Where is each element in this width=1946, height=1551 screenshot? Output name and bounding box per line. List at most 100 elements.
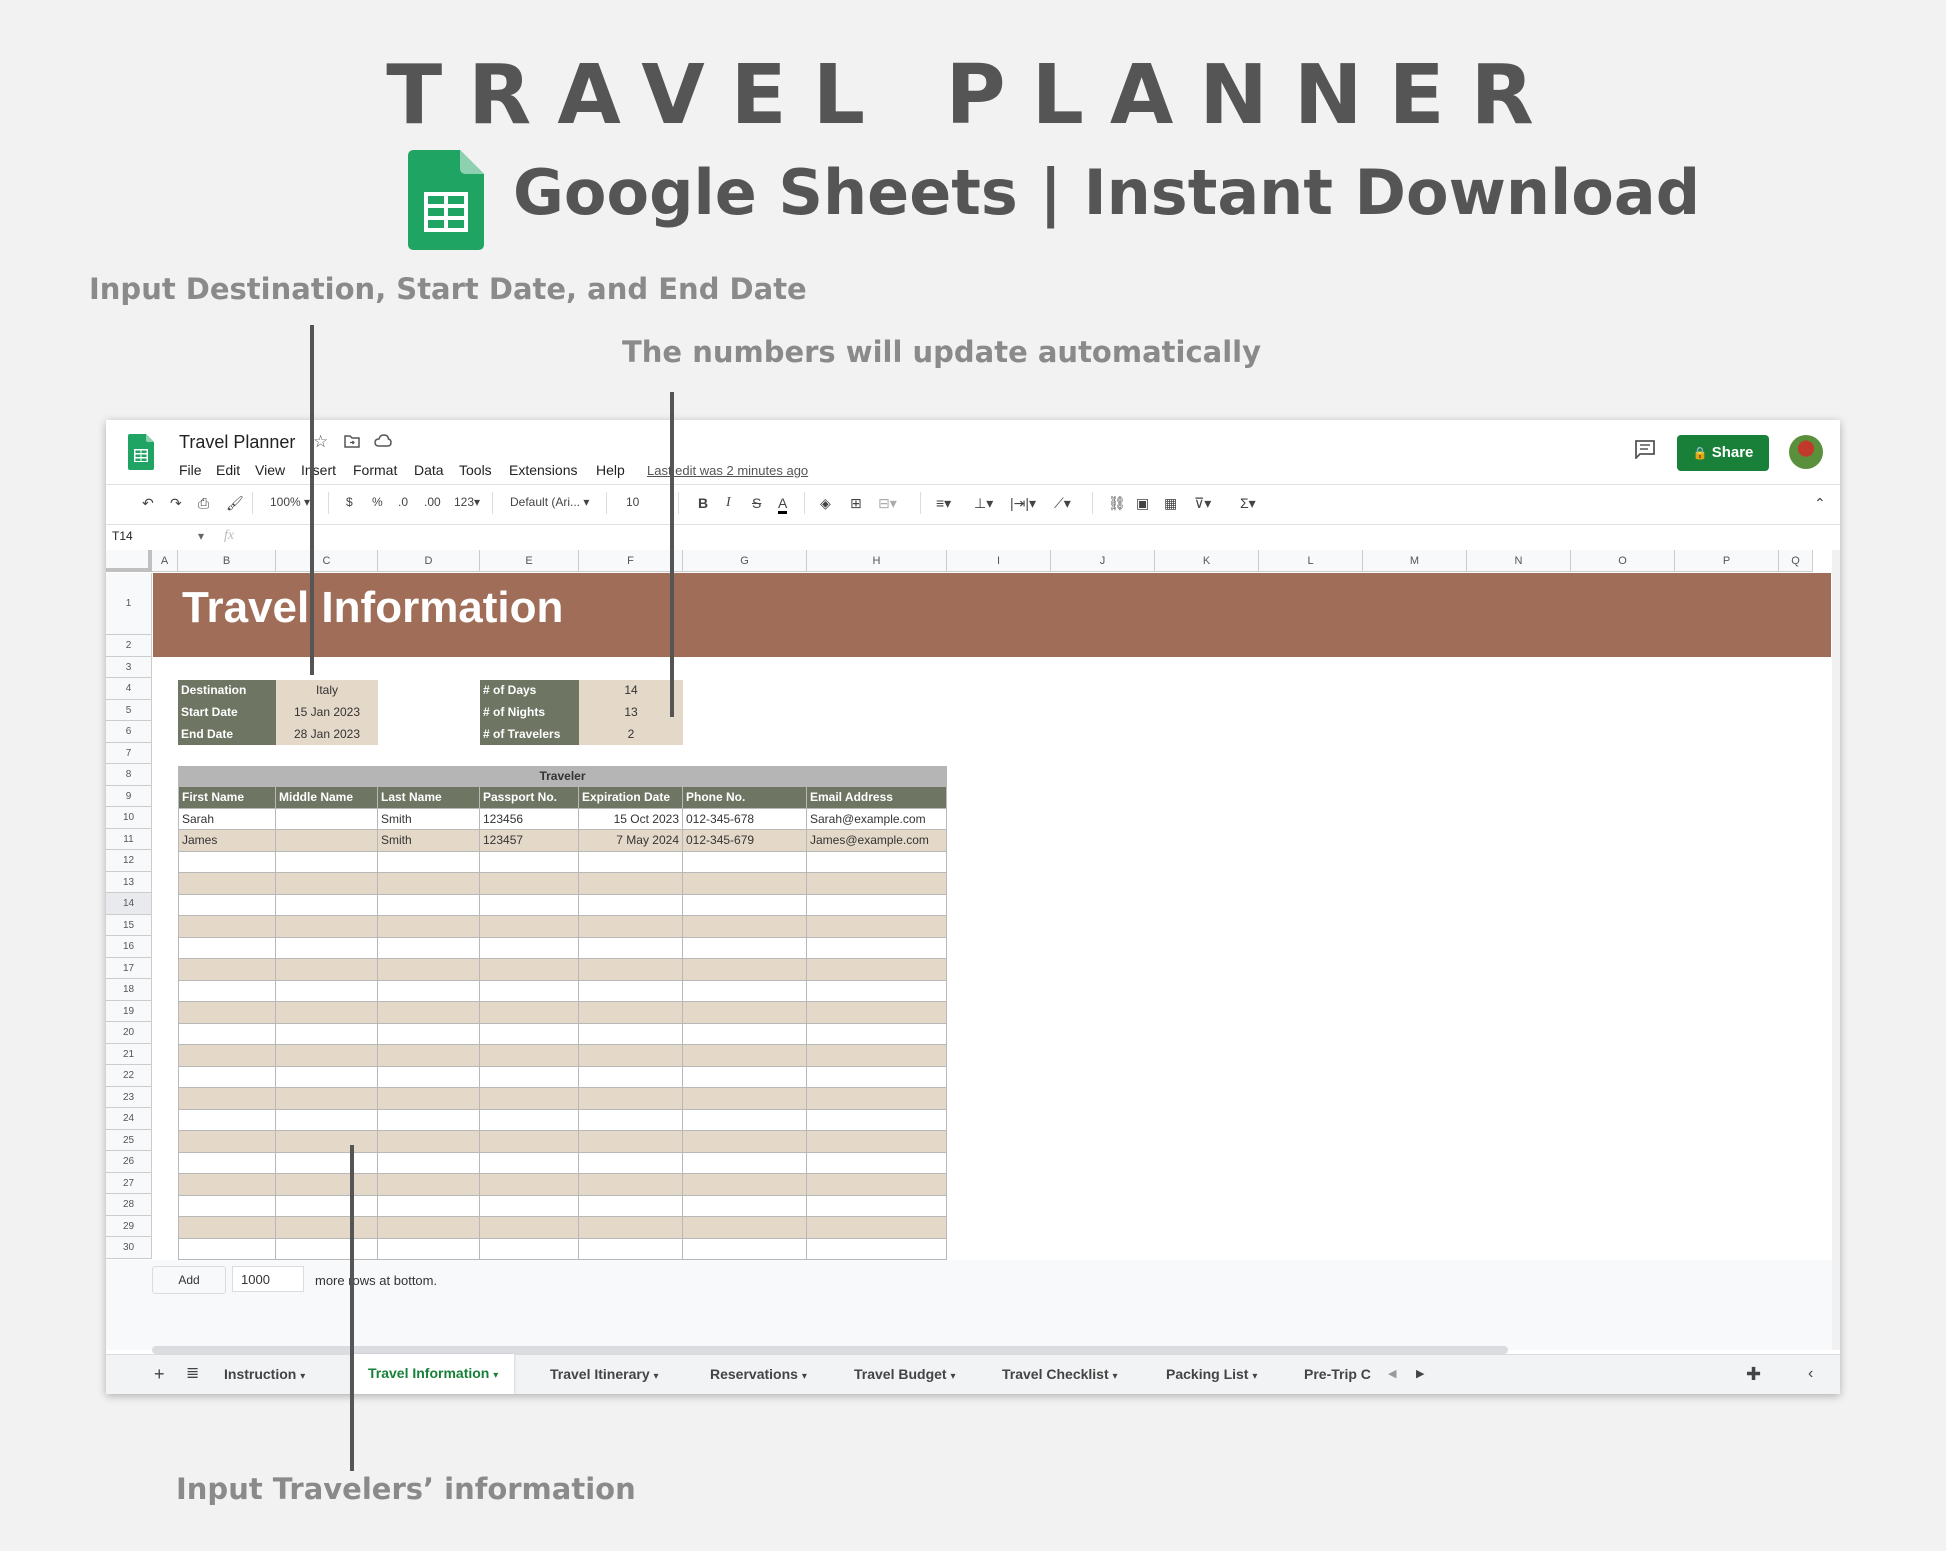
traveler-cell[interactable] (178, 937, 276, 959)
traveler-cell[interactable] (378, 1195, 480, 1217)
traveler-cell[interactable] (178, 1045, 276, 1067)
traveler-cell[interactable] (480, 1023, 579, 1045)
row-header-27[interactable]: 27 (106, 1172, 152, 1194)
column-header-k[interactable]: K (1155, 550, 1259, 572)
merge-cells-icon[interactable]: ⊟▾ (878, 496, 897, 510)
traveler-cell[interactable] (378, 980, 480, 1002)
traveler-cell[interactable] (807, 1152, 947, 1174)
insert-comment-icon[interactable]: ▣ (1136, 496, 1149, 510)
functions-icon[interactable]: Σ▾ (1240, 496, 1256, 510)
days-value[interactable]: 14 (579, 680, 683, 701)
traveler-cell[interactable] (579, 1217, 683, 1239)
traveler-cell[interactable] (480, 894, 579, 916)
insert-link-icon[interactable]: ⛓ (1108, 496, 1126, 510)
text-wrap-icon[interactable]: |⇥|▾ (1010, 496, 1036, 510)
start-date-value[interactable]: 15 Jan 2023 (276, 701, 378, 723)
traveler-cell[interactable] (480, 1174, 579, 1196)
row-header-7[interactable]: 7 (106, 742, 152, 764)
traveler-cell[interactable]: 012-345-678 (683, 808, 807, 830)
end-date-value[interactable]: 28 Jan 2023 (276, 723, 378, 745)
traveler-header-cell[interactable]: Middle Name (276, 787, 378, 809)
traveler-cell[interactable]: Sarah (178, 808, 276, 830)
traveler-cell[interactable] (178, 1195, 276, 1217)
destination-value[interactable]: Italy (276, 680, 378, 701)
add-rows-button[interactable]: Add (152, 1266, 226, 1294)
traveler-cell[interactable] (480, 1109, 579, 1131)
row-header-6[interactable]: 6 (106, 721, 152, 743)
traveler-cell[interactable] (178, 916, 276, 938)
traveler-cell[interactable] (579, 873, 683, 895)
column-header-i[interactable]: I (947, 550, 1051, 572)
traveler-header-cell[interactable]: Phone No. (683, 787, 807, 809)
traveler-cell[interactable] (683, 1023, 807, 1045)
filter-icon[interactable]: ⊽▾ (1194, 496, 1211, 510)
traveler-cell[interactable] (807, 916, 947, 938)
row-header-9[interactable]: 9 (106, 785, 152, 807)
travelers-value[interactable]: 2 (579, 723, 683, 745)
traveler-cell[interactable] (683, 1045, 807, 1067)
traveler-cell[interactable] (178, 959, 276, 981)
traveler-cell[interactable] (378, 1109, 480, 1131)
traveler-cell[interactable] (480, 1152, 579, 1174)
column-header-l[interactable]: L (1259, 550, 1363, 572)
print-icon[interactable]: ⎙ (198, 496, 209, 510)
traveler-cell[interactable] (276, 1109, 378, 1131)
traveler-cell[interactable] (378, 1152, 480, 1174)
traveler-cell[interactable] (178, 1238, 276, 1260)
traveler-cell[interactable] (579, 1045, 683, 1067)
traveler-cell[interactable] (807, 894, 947, 916)
row-header-21[interactable]: 21 (106, 1043, 152, 1065)
row-header-22[interactable]: 22 (106, 1065, 152, 1087)
traveler-cell[interactable] (480, 1088, 579, 1110)
traveler-cell[interactable] (378, 959, 480, 981)
traveler-cell[interactable] (683, 851, 807, 873)
traveler-cell[interactable] (480, 916, 579, 938)
traveler-cell[interactable] (276, 1238, 378, 1260)
traveler-cell[interactable] (579, 980, 683, 1002)
traveler-cell[interactable] (178, 1002, 276, 1024)
traveler-cell[interactable] (683, 1195, 807, 1217)
traveler-cell[interactable] (378, 937, 480, 959)
traveler-cell[interactable] (579, 1152, 683, 1174)
column-header-m[interactable]: M (1363, 550, 1467, 572)
explore-icon[interactable]: ✚ (1746, 1355, 1761, 1393)
traveler-cell[interactable] (178, 980, 276, 1002)
traveler-cell[interactable] (683, 1109, 807, 1131)
formula-input[interactable] (254, 527, 1834, 547)
row-header-26[interactable]: 26 (106, 1151, 152, 1173)
traveler-cell[interactable] (579, 1023, 683, 1045)
sheet-tab-instruction[interactable]: Instruction ▾ (224, 1355, 305, 1393)
traveler-cell[interactable] (276, 851, 378, 873)
traveler-cell[interactable] (276, 830, 378, 852)
row-header-1[interactable]: 1 (106, 573, 152, 635)
column-header-p[interactable]: P (1675, 550, 1779, 572)
traveler-cell[interactable] (178, 1109, 276, 1131)
traveler-header-cell[interactable]: Passport No. (480, 787, 579, 809)
traveler-cell[interactable] (378, 873, 480, 895)
traveler-cell[interactable] (276, 1002, 378, 1024)
traveler-cell[interactable] (807, 1174, 947, 1196)
increase-decimal-button[interactable]: .00 (424, 496, 441, 508)
traveler-cell[interactable] (807, 1195, 947, 1217)
all-sheets-icon[interactable]: ≣ (186, 1355, 199, 1393)
traveler-cell[interactable]: Smith (378, 808, 480, 830)
column-header-g[interactable]: G (683, 550, 807, 572)
traveler-cell[interactable]: Smith (378, 830, 480, 852)
traveler-cell[interactable] (683, 894, 807, 916)
traveler-cell[interactable]: Sarah@example.com (807, 808, 947, 830)
collapse-toolbar-icon[interactable]: ⌃ (1814, 496, 1826, 510)
traveler-cell[interactable] (378, 1023, 480, 1045)
side-panel-toggle-icon[interactable]: ‹ (1808, 1355, 1813, 1393)
traveler-cell[interactable] (683, 959, 807, 981)
name-box[interactable]: T14 ▾ (112, 529, 208, 543)
insert-chart-icon[interactable]: ▦ (1164, 496, 1177, 510)
row-header-2[interactable]: 2 (106, 635, 152, 657)
traveler-cell[interactable] (579, 851, 683, 873)
traveler-cell[interactable] (276, 894, 378, 916)
traveler-cell[interactable] (579, 1131, 683, 1153)
row-header-16[interactable]: 16 (106, 936, 152, 958)
sheet-tab-travel-budget[interactable]: Travel Budget ▾ (854, 1355, 956, 1393)
row-header-17[interactable]: 17 (106, 957, 152, 979)
column-header-e[interactable]: E (480, 550, 579, 572)
traveler-cell[interactable] (683, 1088, 807, 1110)
